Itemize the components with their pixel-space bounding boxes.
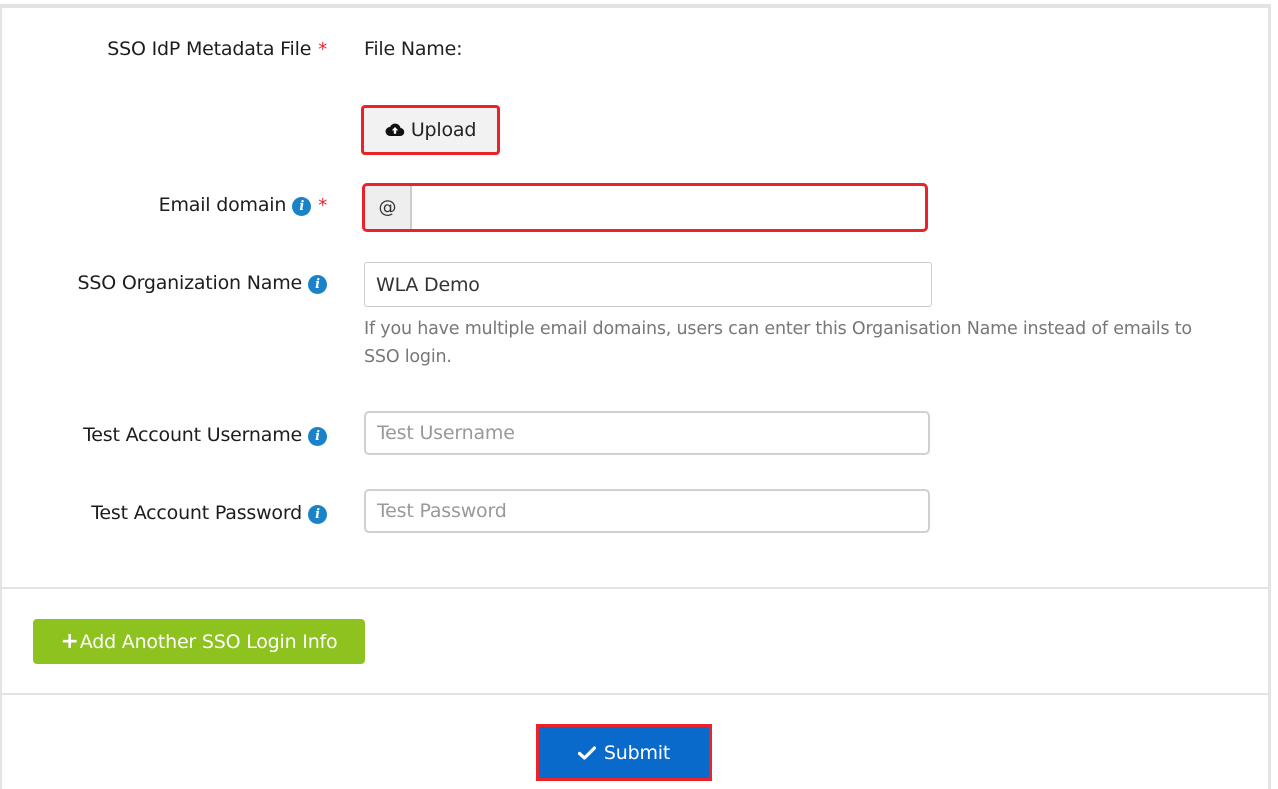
upload-button-label: Upload [410, 119, 477, 141]
test-password-input[interactable] [364, 489, 930, 533]
upload-button[interactable]: Upload [361, 105, 500, 155]
check-icon [577, 745, 596, 760]
required-marker: * [318, 38, 327, 60]
section-divider [2, 587, 1268, 589]
submit-button[interactable]: Submit [536, 724, 712, 781]
org-name-label: SSO Organization Name i [78, 272, 327, 294]
file-name-label: File Name: [364, 38, 463, 60]
test-username-label: Test Account Username i [83, 424, 327, 446]
email-domain-input[interactable] [412, 186, 925, 229]
test-password-label-text: Test Account Password [91, 502, 302, 524]
submit-button-label: Submit [603, 741, 671, 764]
email-domain-label-text: Email domain [158, 194, 287, 216]
cloud-upload-icon [385, 123, 405, 137]
plus-icon: + [60, 629, 79, 654]
org-name-input[interactable] [364, 262, 932, 307]
test-username-input[interactable] [364, 411, 930, 455]
metadata-file-label-text: SSO IdP Metadata File [107, 38, 312, 60]
org-name-label-text: SSO Organization Name [77, 272, 303, 294]
section-divider [2, 693, 1268, 695]
info-icon[interactable]: i [308, 427, 327, 446]
email-domain-field: @ [362, 183, 928, 232]
at-sign-addon: @ [365, 186, 412, 229]
metadata-file-label: SSO IdP Metadata File * [107, 38, 327, 60]
info-icon[interactable]: i [308, 275, 327, 294]
required-marker: * [318, 194, 327, 216]
info-icon[interactable]: i [292, 197, 312, 216]
info-icon[interactable]: i [308, 505, 327, 524]
org-name-help-text: If you have multiple email domains, user… [364, 319, 1192, 367]
test-username-label-text: Test Account Username [83, 424, 302, 446]
test-password-label: Test Account Password i [91, 502, 327, 524]
add-another-sso-button[interactable]: + Add Another SSO Login Info [33, 619, 365, 664]
add-another-sso-label: Add Another SSO Login Info [79, 630, 338, 653]
email-domain-label: Email domain i * [159, 194, 327, 216]
sso-settings-panel: SSO IdP Metadata File * File Name: Uploa… [0, 4, 1271, 789]
